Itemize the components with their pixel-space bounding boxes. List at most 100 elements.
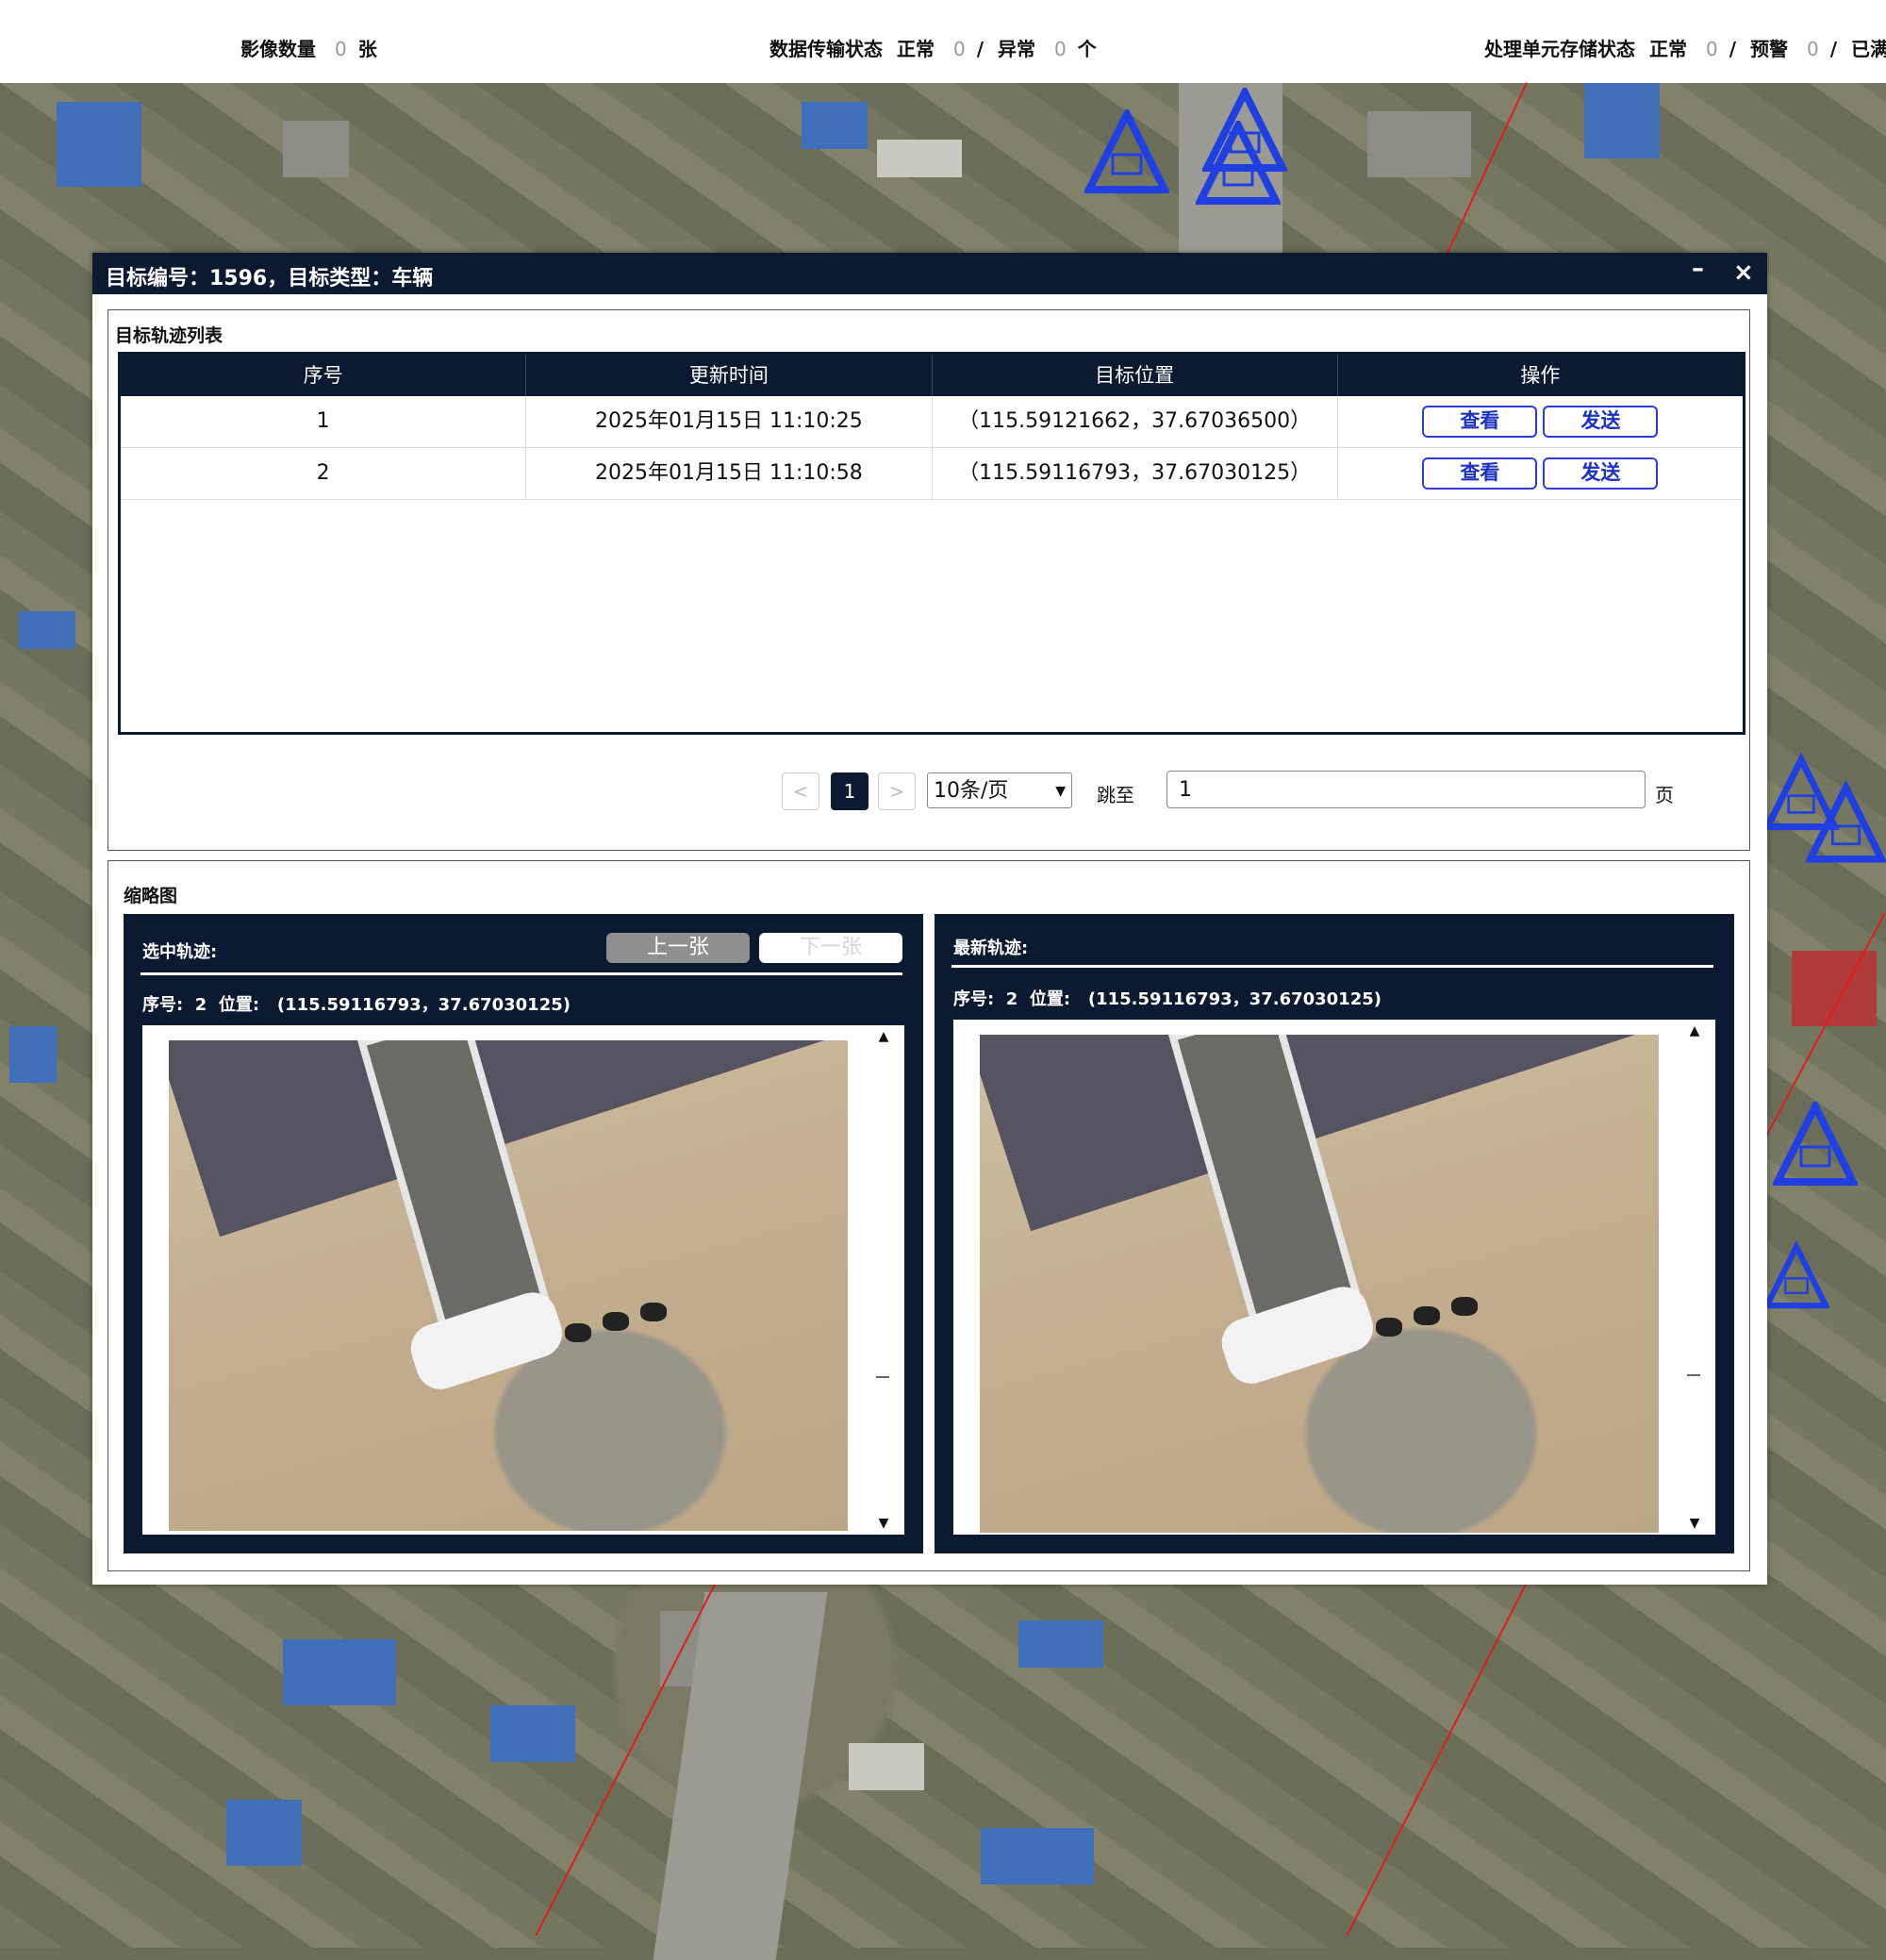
track-list-title: 目标轨迹列表	[115, 325, 223, 346]
transfer-abnormal-value: 0	[1053, 38, 1067, 60]
separator: /	[976, 38, 984, 60]
map-building	[1792, 951, 1877, 1026]
image-count-label: 影像数量	[240, 38, 316, 60]
page-unit-label: 页	[1655, 784, 1674, 806]
image-count-unit: 张	[357, 38, 377, 60]
vehicle-marker-icon[interactable]	[1773, 1102, 1858, 1187]
view-button[interactable]: 查看	[1422, 457, 1538, 490]
map-building	[1367, 111, 1471, 177]
track-table: 序号 更新时间 目标位置 操作 1 2025年01月15日 11:10:25 （…	[118, 352, 1745, 735]
position-label: 位置:	[1029, 989, 1071, 1009]
map-building	[283, 1639, 396, 1705]
storage-warning-value: 0	[1806, 38, 1819, 60]
image-tyre	[603, 1312, 629, 1331]
next-image-button[interactable]: 下一张	[759, 933, 902, 963]
image-count-value: 0	[335, 38, 347, 60]
selected-track-info: 序号: 2 位置: (115.59116793，37.67030125)	[142, 991, 571, 1016]
dialog-title-bar[interactable]: 目标编号：1596，目标类型：车辆 – ×	[92, 253, 1767, 294]
thumbnail-title: 缩略图	[124, 886, 178, 906]
map-building	[802, 102, 868, 149]
map-building	[57, 102, 141, 187]
chevron-down-icon: ▼	[1055, 784, 1066, 799]
cell-time: 2025年01月15日 11:10:25	[526, 396, 933, 447]
cell-position: （115.59116793，37.67030125）	[933, 448, 1338, 499]
cell-time: 2025年01月15日 11:10:58	[526, 448, 933, 499]
map-building	[226, 1800, 302, 1866]
map-building	[283, 121, 349, 177]
transfer-status-label: 数据传输状态	[769, 38, 883, 60]
storage-normal-label: 正常	[1648, 38, 1687, 60]
position-value: (115.59116793，37.67030125)	[1087, 989, 1381, 1009]
scrollbar[interactable]: ▲ ▼	[1681, 1020, 1708, 1535]
jump-page-input[interactable]: 1	[1166, 771, 1646, 808]
scroll-down-icon[interactable]: ▼	[1681, 1516, 1708, 1531]
cell-position: （115.59121662，37.67036500）	[933, 396, 1338, 447]
selected-track-image	[169, 1040, 848, 1531]
image-tyre	[640, 1303, 667, 1321]
view-button[interactable]: 查看	[1422, 406, 1538, 438]
current-page-button[interactable]: 1	[831, 772, 869, 810]
image-tyre	[565, 1323, 591, 1342]
latest-track-image	[980, 1035, 1659, 1533]
map-building	[9, 1026, 57, 1083]
map-building	[19, 611, 75, 649]
position-label: 位置:	[218, 995, 260, 1015]
storage-full-label: 已满	[1851, 38, 1886, 60]
scroll-up-icon[interactable]: ▲	[1681, 1023, 1708, 1038]
scroll-down-icon[interactable]: ▼	[870, 1516, 897, 1531]
transfer-normal-label: 正常	[896, 38, 935, 60]
send-button[interactable]: 发送	[1543, 406, 1659, 438]
latest-track-title: 最新轨迹:	[953, 938, 1029, 958]
target-detail-dialog: 目标编号：1596，目标类型：车辆 – × 目标轨迹列表 序号 更新时间 目标位…	[92, 253, 1767, 1585]
storage-status-stat: 处理单元存储状态 正常 0 / 预警 0 / 已满	[1484, 34, 1886, 61]
close-icon[interactable]: ×	[1733, 258, 1754, 287]
transfer-status-stat: 数据传输状态 正常 0/ 异常 0 个	[769, 34, 1104, 61]
vehicle-marker-icon[interactable]	[1806, 781, 1886, 866]
transfer-abnormal-label: 异常	[997, 38, 1035, 60]
map-building	[981, 1828, 1094, 1885]
map-building	[1584, 83, 1660, 158]
next-page-button[interactable]: >	[878, 772, 916, 810]
prev-page-button[interactable]: <	[782, 772, 819, 810]
route-line	[1346, 1582, 1528, 1936]
jump-label: 跳至	[1097, 784, 1134, 806]
storage-status-label: 处理单元存储状态	[1484, 38, 1635, 60]
prev-image-button[interactable]: 上一张	[606, 933, 750, 963]
latest-track-card: 最新轨迹: 序号: 2 位置: (115.59116793，37.6703012…	[935, 914, 1734, 1553]
latest-track-info: 序号: 2 位置: (115.59116793，37.67030125)	[953, 986, 1381, 1010]
table-row[interactable]: 2 2025年01月15日 11:10:58 （115.59116793，37.…	[121, 448, 1743, 500]
cell-index: 2	[121, 448, 527, 499]
page-size-value: 10条/页	[934, 779, 1009, 803]
storage-warning-label: 预警	[1749, 38, 1788, 60]
send-button[interactable]: 发送	[1543, 457, 1659, 490]
scroll-thumb[interactable]	[876, 1376, 889, 1378]
cell-actions: 查看 发送	[1338, 396, 1743, 447]
transfer-unit: 个	[1077, 38, 1097, 60]
storage-normal-value: 0	[1705, 38, 1718, 60]
page-size-select[interactable]: 10条/页 ▼	[927, 772, 1072, 808]
track-list-panel: 目标轨迹列表 序号 更新时间 目标位置 操作 1 2025年01月15日 11:…	[108, 309, 1750, 851]
divider	[141, 972, 902, 975]
selected-image-frame: ▲ ▼	[142, 1025, 904, 1535]
vehicle-marker-icon[interactable]	[1084, 109, 1169, 194]
scroll-up-icon[interactable]: ▲	[870, 1029, 897, 1044]
cell-actions: 查看 发送	[1338, 448, 1743, 499]
image-tyre	[1414, 1306, 1440, 1325]
map-building	[849, 1743, 924, 1790]
vehicle-marker-icon[interactable]	[1196, 121, 1281, 206]
minimize-icon[interactable]: –	[1692, 255, 1704, 283]
vehicle-marker-icon[interactable]	[1763, 1234, 1829, 1319]
map-building	[1018, 1620, 1103, 1668]
table-row[interactable]: 1 2025年01月15日 11:10:25 （115.59121662，37.…	[121, 396, 1743, 448]
column-header: 序号	[121, 355, 527, 396]
index-value: 2	[194, 995, 207, 1015]
selected-track-card: 选中轨迹: 上一张 下一张 序号: 2 位置: (115.59116793，37…	[124, 914, 923, 1553]
latest-image-frame: ▲ ▼	[953, 1020, 1715, 1535]
scroll-thumb[interactable]	[1687, 1374, 1700, 1376]
scrollbar[interactable]: ▲ ▼	[870, 1025, 897, 1535]
thumbnail-panel: 缩略图 选中轨迹: 上一张 下一张 序号: 2 位置: (115.5911679…	[108, 860, 1750, 1571]
image-tyre	[1451, 1297, 1478, 1316]
position-value: (115.59116793，37.67030125)	[276, 995, 571, 1015]
column-header: 操作	[1520, 364, 1561, 387]
image-tyre	[1376, 1318, 1402, 1337]
